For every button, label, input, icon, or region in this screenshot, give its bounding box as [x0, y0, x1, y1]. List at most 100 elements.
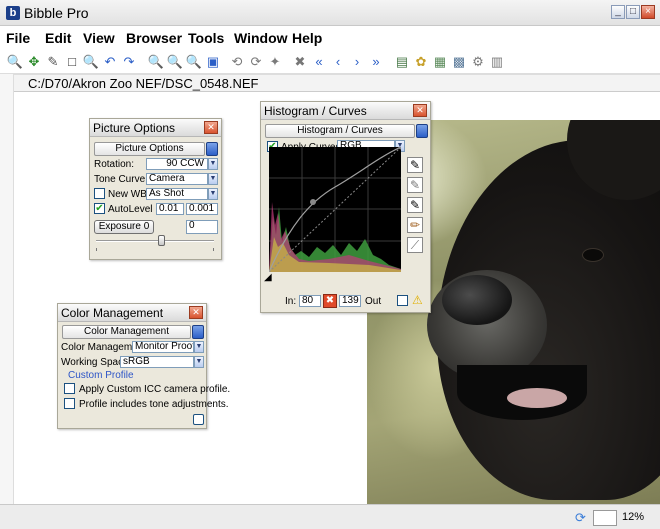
minimize-button[interactable]: _ — [611, 5, 625, 19]
histogram-curves-palette: Histogram / Curves ✕ Histogram / Curves … — [260, 101, 431, 313]
eyedropper-icon[interactable]: ✎ — [44, 53, 62, 71]
histogram-header[interactable]: Histogram / Curves — [265, 124, 415, 138]
color-management-menu-icon[interactable] — [192, 325, 204, 339]
left-panel-strip — [0, 74, 14, 504]
color-management-title: Color Management — [61, 306, 164, 320]
view-mode-icon[interactable]: ▤ — [393, 53, 411, 71]
menu-browser[interactable]: Browser — [126, 30, 182, 46]
fit-window-icon[interactable]: ▣ — [204, 53, 222, 71]
zoom-in-icon[interactable]: 🔍 — [147, 53, 165, 71]
reset-point-icon[interactable]: ✖ — [323, 294, 337, 308]
cm-mode-dropdown-icon[interactable]: ▼ — [194, 341, 204, 353]
first-icon[interactable]: « — [310, 53, 328, 71]
new-wb-dropdown-icon[interactable]: ▼ — [208, 188, 218, 200]
color-management-titlebar[interactable]: Color Management ✕ — [58, 304, 206, 322]
tone-curve-dropdown-icon[interactable]: ▼ — [208, 173, 218, 185]
cm-resize-grip-icon[interactable] — [193, 414, 204, 425]
zoom-input[interactable] — [593, 510, 617, 526]
zoom-out-icon[interactable]: 🔍 — [166, 53, 184, 71]
app-logo-icon: b — [6, 6, 20, 20]
previous-icon[interactable]: ‹ — [329, 53, 347, 71]
delete-icon[interactable]: ✖ — [291, 53, 309, 71]
new-wb-checkbox[interactable] — [94, 188, 105, 199]
zoom-icon[interactable]: 🔍 — [6, 53, 24, 71]
grid-icon[interactable]: ▦ — [431, 53, 449, 71]
menu-help[interactable]: Help — [292, 30, 322, 46]
stamp-icon[interactable]: ✦ — [266, 53, 284, 71]
rotation-dropdown-icon[interactable]: ▼ — [208, 158, 218, 170]
tone-curve-select[interactable]: Camera — [146, 173, 208, 185]
refresh-icon[interactable]: ⟳ — [575, 511, 589, 525]
autolevel-low-input[interactable]: 0.01 — [156, 203, 184, 215]
apply-icc-checkbox[interactable] — [64, 383, 75, 394]
menu-file[interactable]: File — [6, 30, 30, 46]
cm-mode-select[interactable]: Monitor Proofed — [132, 341, 194, 353]
last-icon[interactable]: » — [367, 53, 385, 71]
color-management-palette: Color Management ✕ Color Management Colo… — [57, 303, 230, 429]
exposure-slider-thumb[interactable] — [157, 235, 165, 246]
rotate-right-icon[interactable]: ⟳ — [247, 53, 265, 71]
curve-control-point[interactable] — [310, 199, 316, 205]
color-management-close-icon[interactable]: ✕ — [189, 306, 203, 319]
menu-view[interactable]: View — [83, 30, 115, 46]
title-bar: b Bibble Pro _ □ × — [0, 0, 660, 26]
magnify-icon[interactable]: 🔍 — [82, 53, 100, 71]
curves-graph[interactable] — [268, 144, 404, 273]
gray-eyedropper-icon[interactable]: ✎ — [407, 177, 423, 193]
picture-options-header[interactable]: Picture Options — [94, 142, 205, 156]
tag-icon[interactable]: ✿ — [412, 53, 430, 71]
reset-curve-icon[interactable]: ⟋ — [407, 237, 423, 253]
picture-options-titlebar[interactable]: Picture Options ✕ — [90, 119, 221, 137]
photo-bear-nose — [442, 275, 512, 325]
exposure-input[interactable]: 0 — [186, 220, 218, 234]
menu-window[interactable]: Window — [234, 30, 288, 46]
picture-options-close-icon[interactable]: ✕ — [204, 121, 218, 134]
undo-icon[interactable]: ↶ — [101, 53, 119, 71]
color-management-header[interactable]: Color Management — [62, 325, 191, 339]
next-icon[interactable]: › — [348, 53, 366, 71]
curves-graph-svg — [268, 144, 404, 273]
out-value-input[interactable]: 139 — [339, 295, 361, 307]
white-eyedropper-icon[interactable]: ✎ — [407, 197, 423, 213]
image-icon[interactable]: ▩ — [450, 53, 468, 71]
exposure-slider-track[interactable] — [96, 240, 214, 242]
custom-profile-label: Custom Profile — [68, 370, 134, 381]
black-eyedropper-icon[interactable]: ✎ — [407, 157, 423, 173]
warning-icon: ⚠ — [412, 293, 423, 307]
histogram-title: Histogram / Curves — [264, 104, 367, 118]
in-label: In: — [285, 296, 297, 307]
curve-end-point[interactable] — [398, 144, 404, 150]
zoom-fit-icon[interactable]: 🔍 — [185, 53, 203, 71]
move-icon[interactable]: ✥ — [25, 53, 43, 71]
redo-icon[interactable]: ↷ — [120, 53, 138, 71]
new-wb-label: New WB — [108, 189, 147, 200]
photo-bear-eye — [582, 248, 604, 262]
tone-curve-label: Tone Curve: — [94, 174, 148, 185]
rotation-select[interactable]: 90 CCW — [146, 158, 208, 170]
working-space-dropdown-icon[interactable]: ▼ — [194, 356, 204, 368]
pencil-tool-icon[interactable]: ✏ — [407, 217, 423, 233]
calendar-icon[interactable]: ▥ — [488, 53, 506, 71]
crop-icon[interactable]: □ — [63, 53, 81, 71]
menu-edit[interactable]: Edit — [45, 30, 71, 46]
histogram-close-icon[interactable]: ✕ — [413, 104, 427, 117]
rotate-left-icon[interactable]: ⟲ — [228, 53, 246, 71]
histogram-menu-icon[interactable] — [416, 124, 428, 138]
picture-options-menu-icon[interactable] — [206, 142, 218, 156]
close-button[interactable]: × — [641, 5, 655, 19]
autolevel-high-input[interactable]: 0.001 — [186, 203, 218, 215]
maximize-button[interactable]: □ — [626, 5, 640, 19]
tools-icon[interactable]: ⚙ — [469, 53, 487, 71]
histogram-option-checkbox[interactable] — [397, 295, 408, 306]
working-space-select[interactable]: sRGB — [120, 356, 194, 368]
in-value-input[interactable]: 80 — [299, 295, 321, 307]
histogram-titlebar[interactable]: Histogram / Curves ✕ — [261, 102, 430, 120]
black-point-marker-icon[interactable]: ◢ — [264, 272, 272, 283]
exposure-button[interactable]: Exposure 0 — [94, 220, 154, 234]
menu-tools[interactable]: Tools — [188, 30, 224, 46]
rotation-label: Rotation: — [94, 159, 135, 170]
autolevel-checkbox[interactable]: ✔ — [94, 203, 105, 214]
profile-tone-checkbox[interactable] — [64, 398, 75, 409]
profile-tone-label: Profile includes tone adjustments. — [79, 399, 229, 410]
new-wb-select[interactable]: As Shot — [146, 188, 208, 200]
